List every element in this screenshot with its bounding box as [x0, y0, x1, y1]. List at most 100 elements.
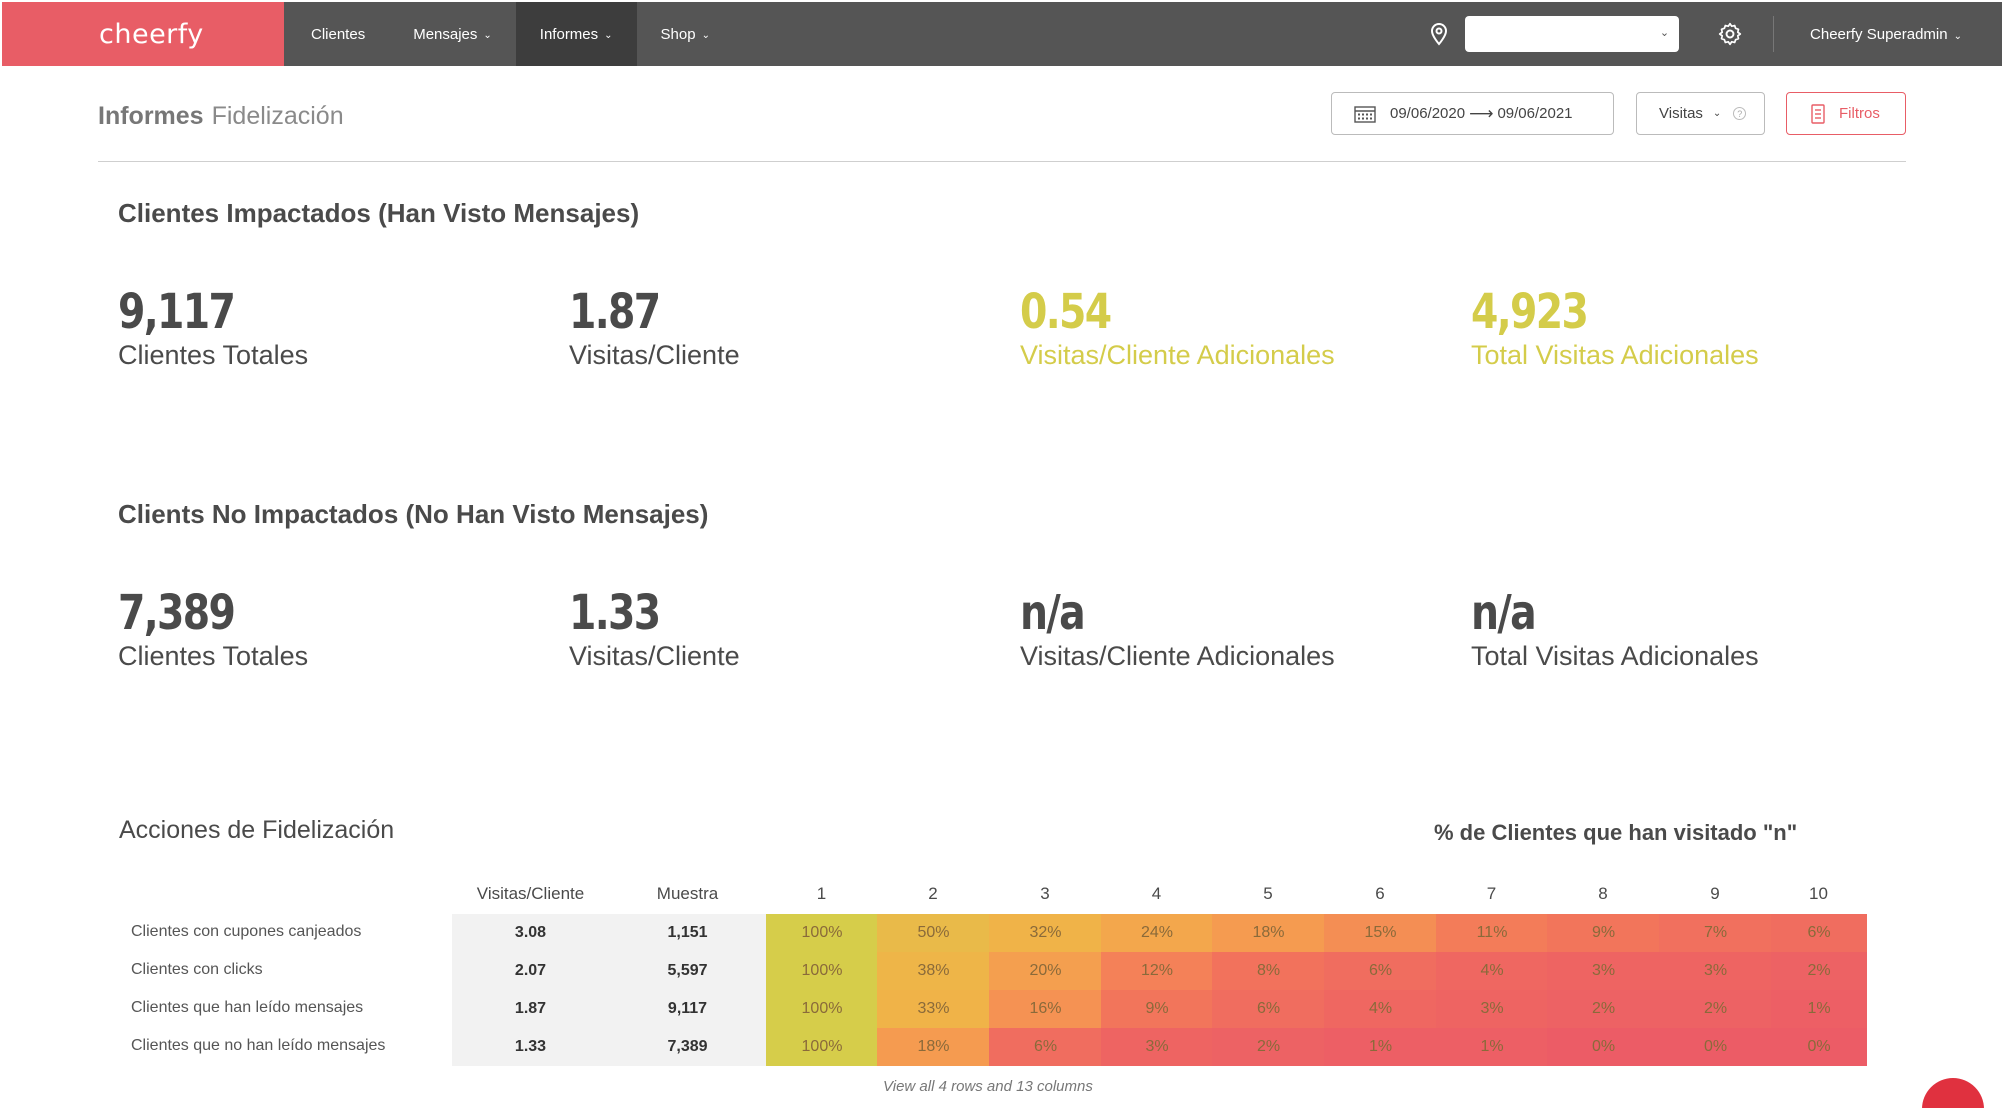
heat-cell: 7%: [1659, 914, 1772, 952]
heat-cell: 1%: [1771, 990, 1867, 1028]
heat-cell: 6%: [1771, 914, 1867, 952]
heat-cell: 6%: [1212, 990, 1325, 1028]
heat-cell: 1%: [1324, 1028, 1437, 1066]
heat-cell: 100%: [766, 952, 878, 990]
column-header: 9: [1710, 884, 1720, 903]
column-header: Visitas/Cliente: [476, 884, 585, 903]
nav-item-mensajes[interactable]: Mensajes ⌄: [389, 2, 516, 66]
heat-cell: 100%: [766, 914, 878, 952]
filter-list-icon: [1811, 103, 1825, 124]
breadcrumb-section[interactable]: Informes: [98, 102, 204, 130]
heat-cell: 9%: [1101, 990, 1213, 1028]
heat-cell: 8%: [1212, 952, 1325, 990]
heat-cell: 33%: [877, 990, 990, 1028]
heat-cell: 0%: [1547, 1028, 1660, 1066]
heat-cell: 38%: [877, 952, 990, 990]
kpi-not-impacted-clientes-totales: 7,389 Clientes Totales: [118, 585, 308, 672]
heat-cell: 6%: [989, 1028, 1102, 1066]
divider: [98, 161, 1906, 162]
chevron-down-icon: ⌄: [1659, 27, 1670, 39]
heat-cell: 3%: [1436, 990, 1548, 1028]
heat-cell: 18%: [877, 1028, 990, 1066]
heat-cell: 16%: [989, 990, 1102, 1028]
date-start: 09/06/2020: [1390, 105, 1466, 122]
section-title-impacted: Clientes Impactados (Han Visto Mensajes): [118, 198, 640, 228]
kpi-label: Total Visitas Adicionales: [1471, 641, 1759, 671]
kpi-value: 7,389: [118, 585, 236, 641]
chevron-down-icon: ⌄: [604, 29, 613, 41]
heat-cell: 50%: [877, 914, 990, 952]
date-range-button[interactable]: 09/06/2020 ⟶ 09/06/2021: [1331, 92, 1614, 135]
kpi-value: 1.33: [569, 585, 661, 641]
column-header: 3: [1040, 884, 1050, 903]
kpi-not-impacted-visitas-cliente: 1.33 Visitas/Cliente: [569, 585, 740, 672]
heat-cell: 0%: [1659, 1028, 1772, 1066]
heat-cell: 9%: [1547, 914, 1660, 952]
location-select[interactable]: ⌄: [1465, 16, 1680, 52]
heat-cell: 15%: [1324, 914, 1437, 952]
heat-cell: 32%: [989, 914, 1102, 952]
kpi-label: Visitas/Cliente Adicionales: [1020, 641, 1335, 671]
arrow-right-icon: ⟶: [1469, 103, 1494, 123]
section-title-not-impacted: Clients No Impactados (No Han Visto Mens…: [118, 499, 709, 529]
heat-cell: 4%: [1324, 990, 1437, 1028]
row-label: Clientes que no han leído mensajes: [131, 1037, 386, 1054]
topbar-right: ⌄ Cheerfy Superadmin ⌄: [1427, 2, 2002, 66]
heat-cell: 4%: [1436, 952, 1548, 990]
table-cell-visits: 1.33: [452, 1028, 609, 1066]
user-name: Cheerfy Superadmin: [1810, 25, 1948, 43]
nav-item-informes[interactable]: Informes ⌄: [515, 2, 637, 66]
calendar-icon: [1354, 105, 1376, 123]
row-label: Clientes con cupones canjeados: [131, 923, 362, 940]
kpi-impacted-clientes-totales: 9,117 Clientes Totales: [118, 284, 308, 371]
brand-name: cheerfy: [99, 18, 204, 50]
heat-cell: 24%: [1101, 914, 1213, 952]
nav-item-clientes[interactable]: Clientes: [287, 2, 389, 66]
kpi-label: Total Visitas Adicionales: [1471, 340, 1759, 370]
column-header: 6: [1375, 884, 1385, 903]
heat-cell: 2%: [1547, 990, 1660, 1028]
nav-label: Informes: [539, 25, 599, 43]
table-cell-sample: 5,597: [609, 952, 766, 990]
kpi-value: n/a: [1020, 585, 1086, 641]
table-cell-sample: 7,389: [609, 1028, 766, 1066]
heat-cell: 100%: [766, 990, 878, 1028]
column-header: 7: [1486, 884, 1497, 903]
gear-icon[interactable]: [1717, 21, 1743, 47]
kpi-value: n/a: [1471, 585, 1537, 641]
column-header: 5: [1263, 884, 1273, 903]
chevron-down-icon: ⌄: [1712, 108, 1722, 119]
chevron-down-icon: ⌄: [1953, 30, 1962, 42]
kpi-label: Visitas/Cliente: [569, 641, 740, 671]
table-cell-visits: 3.08: [452, 914, 609, 952]
filters-label: Filtros: [1839, 105, 1880, 122]
column-header: 10: [1809, 884, 1828, 903]
heat-cell: 6%: [1324, 952, 1437, 990]
filters-button[interactable]: Filtros: [1786, 92, 1906, 135]
location-pin-icon: [1431, 22, 1448, 46]
brand-logo[interactable]: cheerfy: [2, 2, 284, 66]
help-icon[interactable]: ?: [1733, 107, 1747, 120]
table-cell-sample: 1,151: [609, 914, 766, 952]
heat-cell: 2%: [1212, 1028, 1325, 1066]
row-label: Clientes con clicks: [131, 961, 263, 978]
view-all-link[interactable]: View all 4 rows and 13 columns: [883, 1078, 1093, 1095]
kpi-not-impacted-total-visitas-adicionales: n/a Total Visitas Adicionales: [1471, 585, 1759, 672]
chevron-down-icon: ⌄: [701, 29, 710, 41]
heat-cell: 12%: [1101, 952, 1213, 990]
kpi-label: Visitas/Cliente: [569, 340, 740, 370]
heat-cell: 2%: [1659, 990, 1772, 1028]
kpi-label: Clientes Totales: [118, 641, 309, 671]
user-menu[interactable]: Cheerfy Superadmin ⌄: [1810, 26, 1962, 43]
table-cell-visits: 2.07: [452, 952, 609, 990]
kpi-impacted-total-visitas-adicionales: 4,923 Total Visitas Adicionales: [1471, 284, 1759, 371]
kpi-impacted-visitas-cliente: 1.87 Visitas/Cliente: [569, 284, 740, 371]
nav-item-shop[interactable]: Shop ⌄: [637, 2, 734, 66]
column-header: 4: [1151, 884, 1162, 903]
chat-widget-button[interactable]: [1922, 1078, 1984, 1108]
metric-select[interactable]: Visitas ⌄?: [1636, 92, 1765, 135]
kpi-value: 4,923: [1471, 284, 1589, 340]
heat-cell: 100%: [766, 1028, 878, 1066]
nav-label: Shop: [660, 25, 696, 43]
heat-cell: 2%: [1771, 952, 1867, 990]
